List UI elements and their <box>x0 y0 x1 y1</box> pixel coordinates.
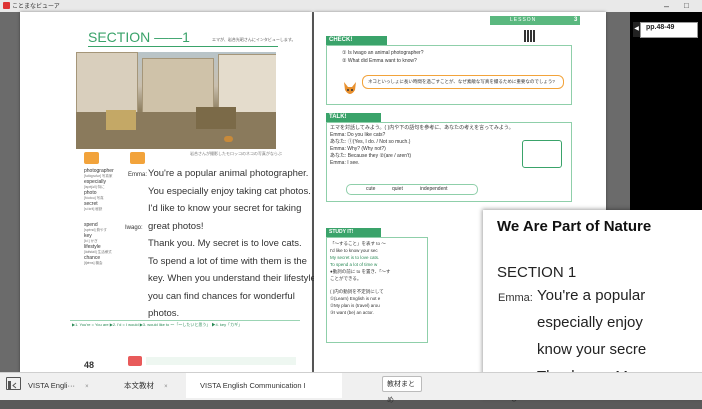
study-heading: STUDY IT! <box>326 228 381 237</box>
qr-code <box>524 30 536 42</box>
fox-mascot-icon <box>342 80 358 98</box>
market-photo <box>76 52 276 149</box>
lesson-label: LESSON <box>510 17 537 23</box>
audio-badge[interactable] <box>128 356 142 366</box>
check-question-1: ① Is Iwago an animal photographer? <box>342 50 424 56</box>
section-divider <box>88 46 278 47</box>
maximize-button[interactable]: □ <box>684 0 689 12</box>
popup-section: SECTION 1 <box>497 264 577 281</box>
tab-vista-english[interactable]: VISTA Engli··· × <box>28 373 89 398</box>
popup-title: We Are Part of Nature <box>497 218 652 235</box>
book-icon[interactable] <box>130 152 145 164</box>
app-title: ことまなビューア <box>12 4 60 10</box>
check-prompt: ネコといっしょに長い時間を過ごすことが、なぜ素敵な写真を撮るために重要なのでしょ… <box>368 79 555 84</box>
sidebar-toggle-icon[interactable] <box>6 377 21 390</box>
vocab-list: photographer [fətɑ́grəfər] 写真家 especially… <box>84 168 124 266</box>
talk-hint-box <box>522 140 562 168</box>
app-icon <box>3 2 10 9</box>
photo-caption: 岩合さんが撮影したモロッコのネコの写真がならぶ <box>190 151 282 156</box>
tab-close-icon[interactable]: × <box>164 384 168 390</box>
materials-summary-button[interactable]: 教材まとめ <box>382 376 422 404</box>
vocab-item: lifestyle [láifstàil] 生活様式 <box>84 244 112 254</box>
vocab-item: key [kíː] かぎ <box>84 233 98 243</box>
minimize-button[interactable]: – <box>664 0 669 12</box>
check-question-2: ② What did Emma want to know? <box>342 58 417 64</box>
speaker-emma: Emma: <box>128 172 148 178</box>
page-number: 48 <box>84 360 95 370</box>
vocab-item: spend [spénd] 費やす <box>84 222 107 232</box>
footer-note-band <box>146 357 296 365</box>
vocab-item: photo [fóutou] 写真 <box>84 190 104 200</box>
panel-toggle-button[interactable]: ◀ <box>633 22 640 37</box>
speaker-iwago: Iwago: <box>125 225 143 231</box>
study-text: 「〜すること」を表す to 〜 I'd like to know your se… <box>330 241 391 315</box>
check-heading: CHECK! <box>326 36 387 45</box>
tab-close-icon[interactable]: × <box>85 384 89 390</box>
vocab-item: secret [síːkrit] 秘訣 <box>84 201 103 211</box>
talk-heading: TALK! <box>326 113 381 122</box>
talk-option-3: independent <box>420 186 448 192</box>
listen-icon[interactable] <box>84 152 99 164</box>
talk-text: エマを対話してみよう。( )内や下の語句を参考に、あなたの考えを言ってみよう。 … <box>330 125 514 166</box>
popup-speaker-emma: Emma: <box>498 292 533 304</box>
talk-option-1: cute <box>366 186 376 192</box>
tab-vista-english-communication[interactable]: VISTA English Communication I <box>200 373 306 398</box>
dialogue-text: You're a popular animal photographer. Yo… <box>148 168 324 319</box>
talk-option-2: quiet <box>392 186 403 192</box>
tab-bar <box>0 372 702 400</box>
section-intro: エマが、岩合光昭さんにインタビューします。 <box>212 37 296 42</box>
vocab-item: chance [tʃǽns] 機会 <box>84 255 103 265</box>
vocab-item: especially [ispéʃəli] 特に <box>84 179 106 189</box>
vocab-item: photographer [fətɑ́grəfər] 写真家 <box>84 168 114 178</box>
page-indicator-label: pp.48-49 <box>646 24 675 31</box>
tab-honbun-kyozai[interactable]: 本文教材 × <box>124 373 168 398</box>
section-title: SECTION ――1 <box>88 29 190 45</box>
lesson-number: 3 <box>574 17 578 23</box>
footnotes: ▶1. You're = You are ▶2. I'd = I would ▶… <box>72 322 243 327</box>
